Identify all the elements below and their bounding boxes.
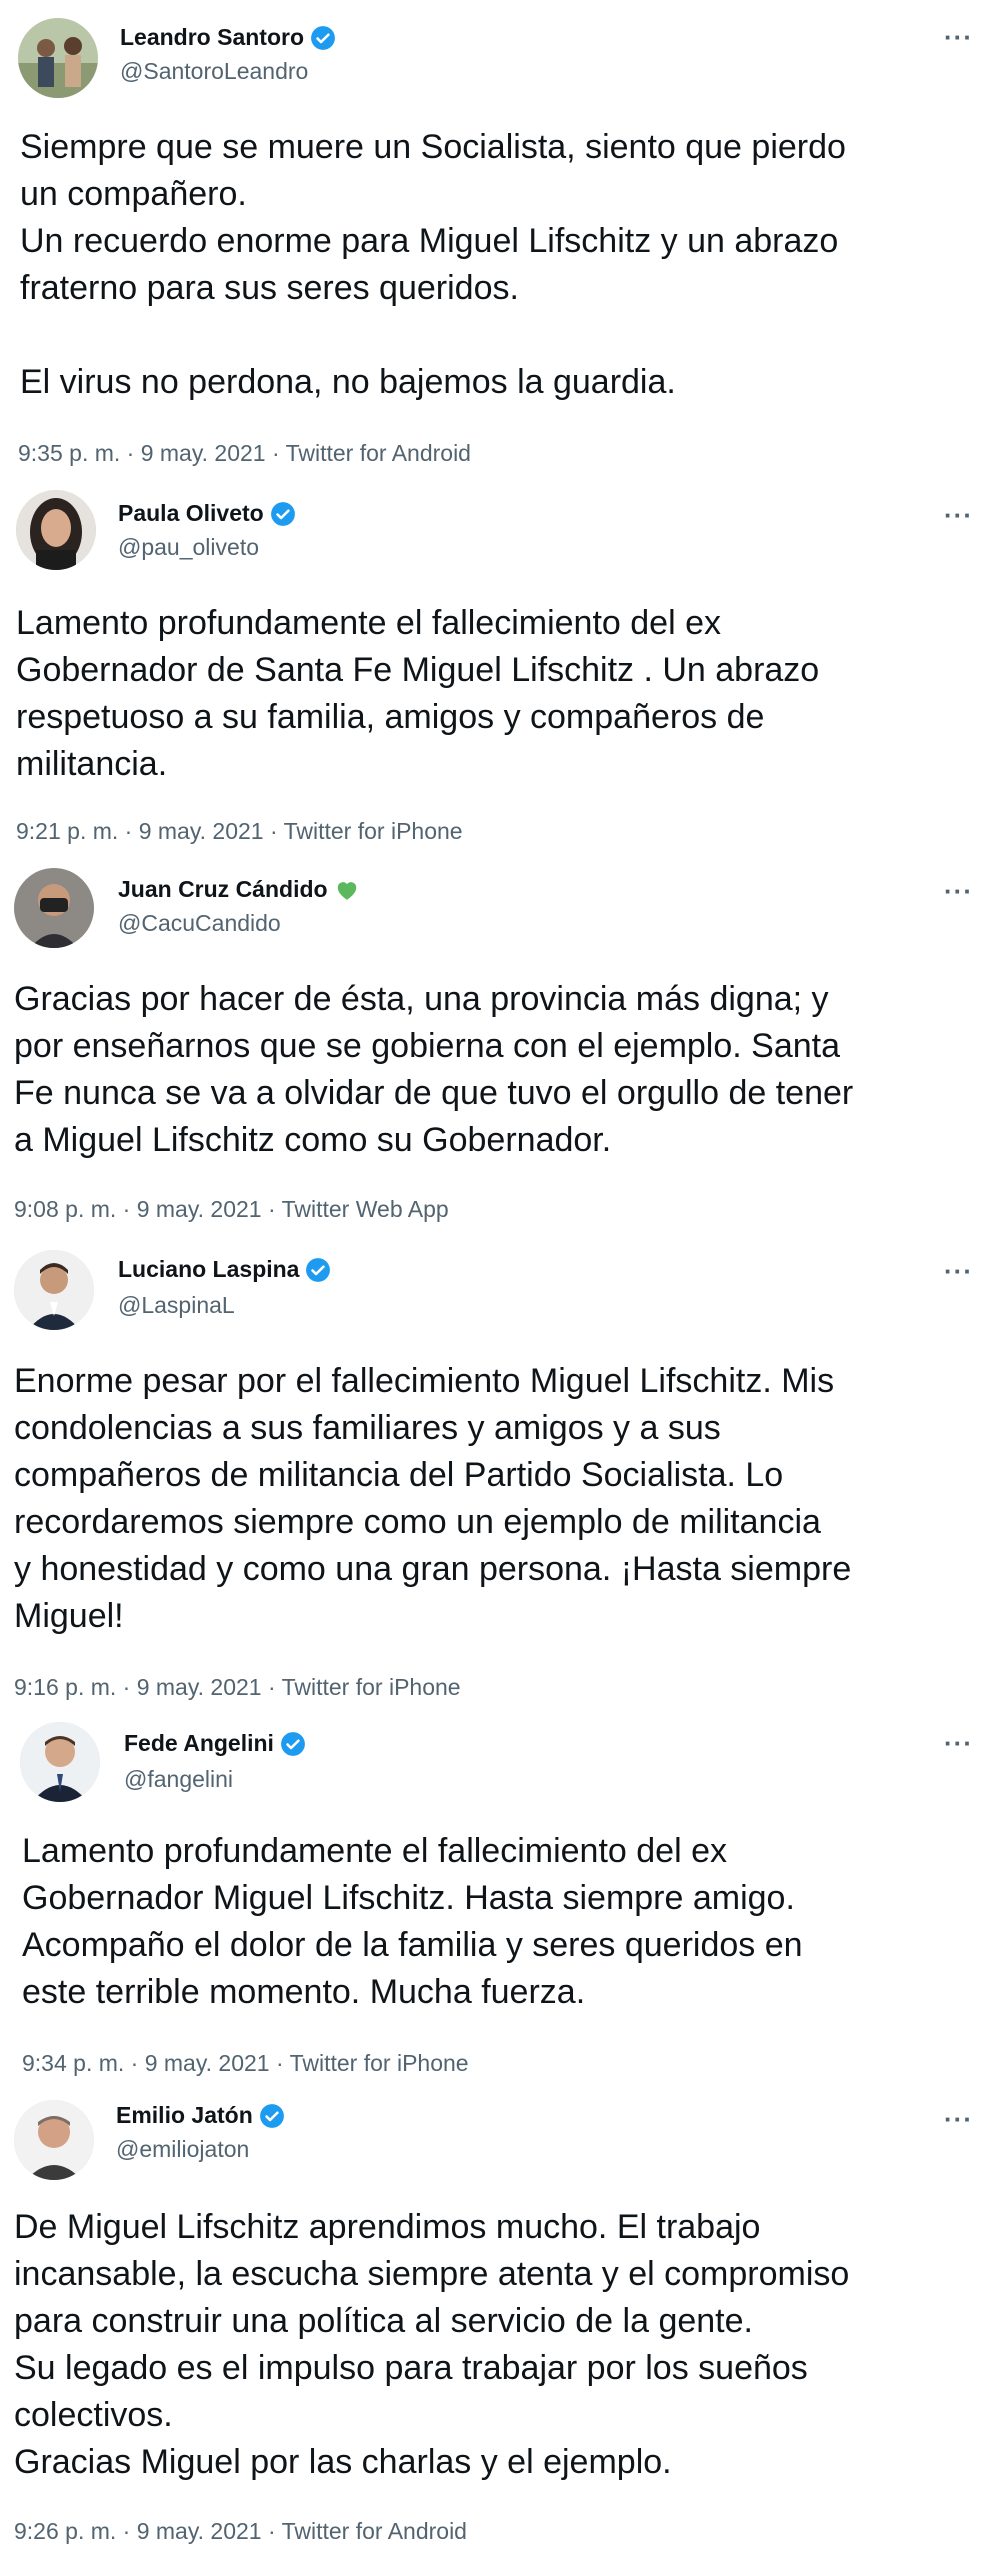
verified-badge-icon [280,1731,306,1757]
more-options-icon[interactable]: ··· [944,1730,973,1756]
display-name-text: Fede Angelini [124,1730,274,1756]
tweet-timestamp[interactable]: 9:21 p. m. · 9 may. 2021 · Twitter for i… [16,818,463,845]
avatar[interactable] [14,1250,94,1330]
tweet-timestamp[interactable]: 9:26 p. m. · 9 may. 2021 · Twitter for A… [14,2518,467,2545]
tweet-text: Gracias por hacer de ésta, una provincia… [14,980,854,1159]
tweet-timestamp[interactable]: 9:08 p. m. · 9 may. 2021 · Twitter Web A… [14,1196,449,1223]
display-name-text: Leandro Santoro [120,24,305,50]
display-name-text: Paula Oliveto [118,500,264,526]
tweet-card: Emilio Jatón @emiliojaton ··· De Miguel … [0,2090,999,2560]
tweet-text: De Miguel Lifschitz aprendimos mucho. El… [14,2208,850,2481]
more-options-icon[interactable]: ··· [944,24,973,50]
tweet-card: Fede Angelini @fangelini ··· Lamento pro… [0,1710,999,2090]
display-name[interactable]: Paula Oliveto [118,500,296,527]
verified-badge-icon [270,501,296,527]
user-handle[interactable]: @fangelini [124,1766,233,1793]
more-options-icon[interactable]: ··· [944,878,973,904]
display-name-text: Luciano Laspina [118,1256,300,1282]
display-name[interactable]: Juan Cruz Cándido [118,876,360,903]
verified-badge-icon [310,25,336,51]
more-options-icon[interactable]: ··· [944,1258,973,1284]
display-name-text: Juan Cruz Cándido [118,876,328,902]
tweet-timestamp[interactable]: 9:16 p. m. · 9 may. 2021 · Twitter for i… [14,1674,461,1701]
tweet-text: Lamento profundamente el fallecimiento d… [22,1832,803,2011]
avatar[interactable] [18,18,98,98]
tweet-card: Paula Oliveto @pau_oliveto ··· Lamento p… [0,480,999,860]
tweet-timestamp[interactable]: 9:34 p. m. · 9 may. 2021 · Twitter for i… [22,2050,469,2077]
display-name[interactable]: Luciano Laspina [118,1256,331,1283]
user-handle[interactable]: @pau_oliveto [118,534,259,561]
avatar[interactable] [14,868,94,948]
user-handle[interactable]: @emiliojaton [116,2136,249,2163]
display-name[interactable]: Emilio Jatón [116,2102,285,2129]
green-heart-icon [334,877,360,903]
display-name[interactable]: Fede Angelini [124,1730,306,1757]
more-options-icon[interactable]: ··· [944,502,973,528]
tweet-card: Leandro Santoro @SantoroLeandro ··· Siem… [0,0,999,480]
avatar[interactable] [16,490,96,570]
user-handle[interactable]: @LaspinaL [118,1292,235,1319]
tweet-text: Lamento profundamente el fallecimiento d… [16,604,820,783]
tweet-text: Enorme pesar por el fallecimiento Miguel… [14,1362,852,1635]
tweet-timestamp[interactable]: 9:35 p. m. · 9 may. 2021 · Twitter for A… [18,440,471,467]
avatar[interactable] [20,1722,100,1802]
user-handle[interactable]: @SantoroLeandro [120,58,308,85]
display-name[interactable]: Leandro Santoro [120,24,336,51]
avatar[interactable] [14,2100,94,2180]
user-handle[interactable]: @CacuCandido [118,910,281,937]
tweet-text: Siempre que se muere un Socialista, sien… [20,128,846,401]
display-name-text: Emilio Jatón [116,2102,253,2128]
more-options-icon[interactable]: ··· [944,2106,973,2132]
verified-badge-icon [259,2103,285,2129]
tweet-card: Juan Cruz Cándido @CacuCandido ··· Graci… [0,860,999,1240]
tweet-card: Luciano Laspina @LaspinaL ··· Enorme pes… [0,1240,999,1710]
verified-badge-icon [305,1257,331,1283]
